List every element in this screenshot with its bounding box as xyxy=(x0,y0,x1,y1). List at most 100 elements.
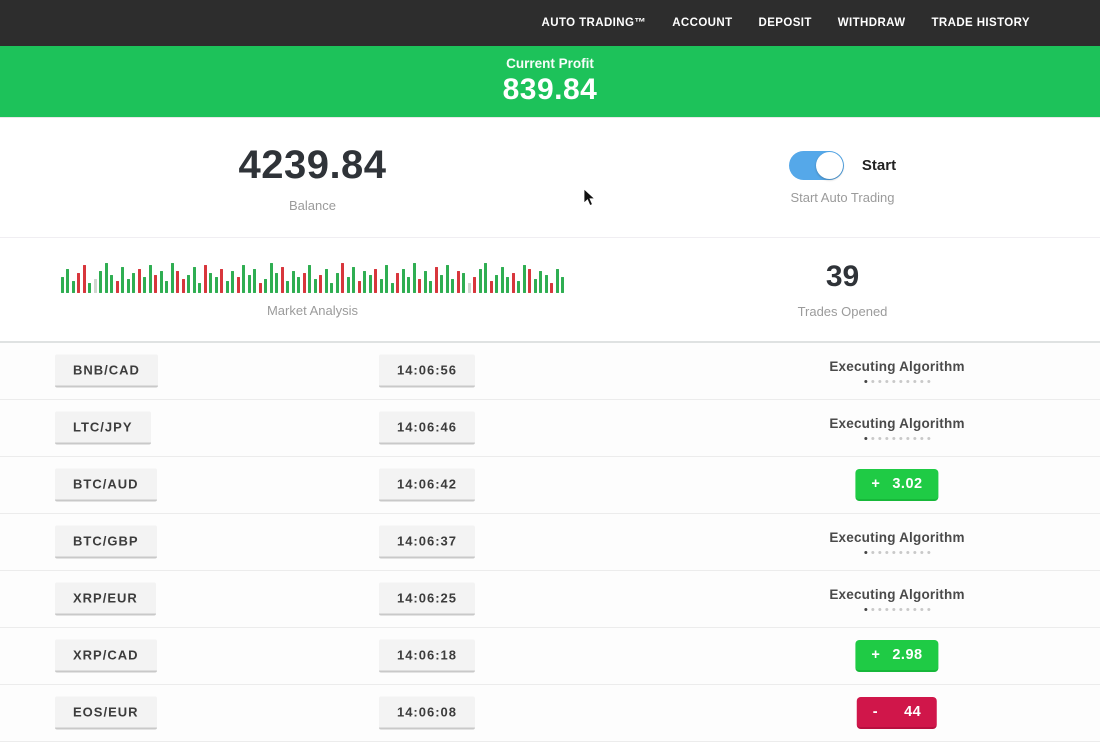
progress-dot xyxy=(885,608,888,611)
pair-badge: XRP/EUR xyxy=(55,583,156,616)
progress-dot xyxy=(927,608,930,611)
progress-dots xyxy=(829,608,964,611)
status-cell: + 2.98 xyxy=(855,640,938,672)
time-badge: 14:06:46 xyxy=(379,412,475,445)
progress-dot xyxy=(871,437,874,440)
progress-dot xyxy=(927,437,930,440)
progress-dot xyxy=(906,380,909,383)
executing-label: Executing Algorithm xyxy=(829,359,964,374)
executing-label: Executing Algorithm xyxy=(829,416,964,431)
progress-dot xyxy=(920,608,923,611)
executing-label: Executing Algorithm xyxy=(829,587,964,602)
progress-dot xyxy=(892,380,895,383)
current-profit-label: Current Profit xyxy=(0,56,1100,71)
progress-dot xyxy=(927,551,930,554)
market-analysis-label: Market Analysis xyxy=(267,303,358,318)
progress-dot xyxy=(927,380,930,383)
status-cell: Executing Algorithm xyxy=(829,587,964,611)
result-badge: + 2.98 xyxy=(855,640,938,672)
progress-dot xyxy=(871,608,874,611)
pair-badge: BTC/AUD xyxy=(55,469,157,502)
progress-dot xyxy=(906,437,909,440)
pair-badge: EOS/EUR xyxy=(55,697,157,730)
executing-status: Executing Algorithm xyxy=(829,359,964,383)
pair-badge: BTC/GBP xyxy=(55,526,157,559)
table-row: XRP/CAD 14:06:18 + 2.98 xyxy=(0,628,1100,685)
progress-dot xyxy=(920,380,923,383)
status-cell: + 3.02 xyxy=(855,469,938,501)
table-row: BNB/CAD 14:06:56 Executing Algorithm xyxy=(0,343,1100,400)
progress-dot xyxy=(899,551,902,554)
status-cell: Executing Algorithm xyxy=(829,359,964,383)
progress-dot xyxy=(906,608,909,611)
progress-dot xyxy=(920,437,923,440)
progress-dot xyxy=(878,608,881,611)
current-profit-value: 839.84 xyxy=(0,73,1100,107)
progress-dot xyxy=(899,380,902,383)
progress-dot xyxy=(885,380,888,383)
pair-badge: LTC/JPY xyxy=(55,412,151,445)
nav-item-trade-history[interactable]: TRADE HISTORY xyxy=(932,17,1031,29)
pair-badge: BNB/CAD xyxy=(55,355,158,388)
time-badge: 14:06:25 xyxy=(379,583,475,616)
trades-list: BNB/CAD 14:06:56 Executing Algorithm LTC… xyxy=(0,343,1100,742)
progress-dot xyxy=(913,380,916,383)
auto-trading-toggle[interactable] xyxy=(789,151,844,180)
progress-dot xyxy=(913,551,916,554)
nav-item-withdraw[interactable]: WITHDRAW xyxy=(838,17,906,29)
auto-trading-label: Start Auto Trading xyxy=(790,190,894,205)
progress-dot xyxy=(885,437,888,440)
executing-label: Executing Algorithm xyxy=(829,530,964,545)
executing-status: Executing Algorithm xyxy=(829,530,964,554)
progress-dots xyxy=(829,380,964,383)
progress-dot xyxy=(913,608,916,611)
pair-badge: XRP/CAD xyxy=(55,640,157,673)
progress-dot xyxy=(864,437,867,440)
table-row: BTC/GBP 14:06:37 Executing Algorithm xyxy=(0,514,1100,571)
current-profit-banner: Current Profit 839.84 xyxy=(0,46,1100,118)
executing-status: Executing Algorithm xyxy=(829,587,964,611)
table-row: LTC/JPY 14:06:46 Executing Algorithm xyxy=(0,400,1100,457)
trades-opened-label: Trades Opened xyxy=(798,304,888,319)
table-row: EOS/EUR 14:06:08 - 44 xyxy=(0,685,1100,742)
nav-item-account[interactable]: ACCOUNT xyxy=(672,17,732,29)
toggle-knob xyxy=(816,152,843,179)
result-sign: + xyxy=(871,476,880,492)
progress-dot xyxy=(899,437,902,440)
progress-dot xyxy=(878,551,881,554)
nav-item-auto-trading[interactable]: AUTO TRADING™ xyxy=(542,17,647,29)
table-row: XRP/EUR 14:06:25 Executing Algorithm xyxy=(0,571,1100,628)
time-badge: 14:06:37 xyxy=(379,526,475,559)
time-badge: 14:06:08 xyxy=(379,697,475,730)
table-row: BTC/AUD 14:06:42 + 3.02 xyxy=(0,457,1100,514)
time-badge: 14:06:42 xyxy=(379,469,475,502)
progress-dot xyxy=(913,437,916,440)
balance-value: 4239.84 xyxy=(238,143,386,188)
status-cell: Executing Algorithm xyxy=(829,530,964,554)
progress-dots xyxy=(829,551,964,554)
progress-dot xyxy=(892,608,895,611)
progress-dot xyxy=(864,608,867,611)
result-amount: 2.98 xyxy=(892,647,922,663)
result-sign: - xyxy=(873,704,878,720)
result-sign: + xyxy=(871,647,880,663)
time-badge: 14:06:56 xyxy=(379,355,475,388)
toggle-label: Start xyxy=(862,157,896,174)
market-analysis-chart xyxy=(61,261,565,293)
nav-item-deposit[interactable]: DEPOSIT xyxy=(759,17,812,29)
stats-row-market: Market Analysis 39 Trades Opened xyxy=(0,238,1100,343)
progress-dot xyxy=(892,437,895,440)
progress-dot xyxy=(920,551,923,554)
status-cell: Executing Algorithm xyxy=(829,416,964,440)
progress-dot xyxy=(906,551,909,554)
progress-dots xyxy=(829,437,964,440)
progress-dot xyxy=(878,380,881,383)
progress-dot xyxy=(892,551,895,554)
progress-dot xyxy=(871,551,874,554)
progress-dot xyxy=(885,551,888,554)
progress-dot xyxy=(871,380,874,383)
result-amount: 44 xyxy=(904,704,921,720)
trades-opened-value: 39 xyxy=(826,260,859,294)
result-badge: - 44 xyxy=(857,697,937,729)
top-nav: AUTO TRADING™ ACCOUNT DEPOSIT WITHDRAW T… xyxy=(0,0,1100,46)
